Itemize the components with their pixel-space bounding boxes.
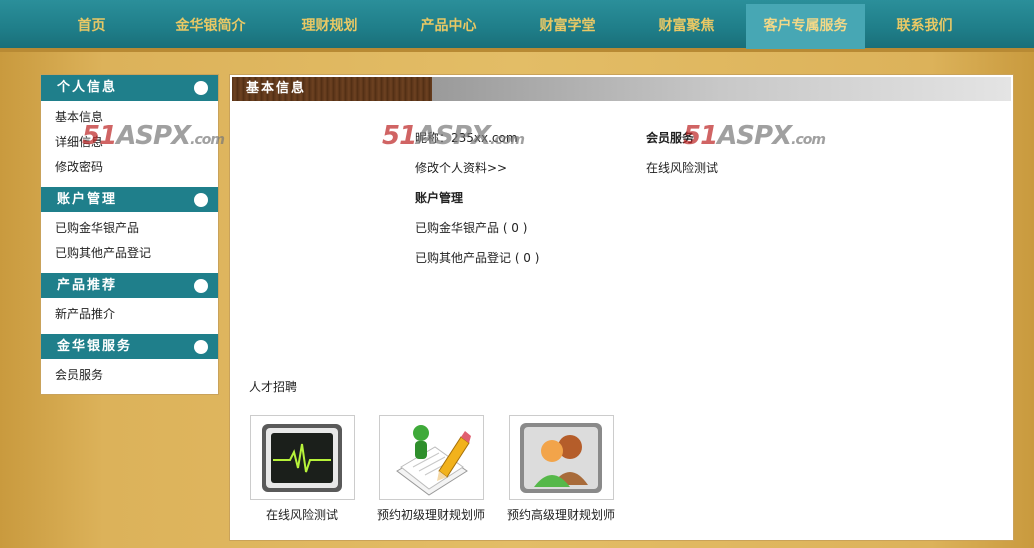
bought-other-link[interactable]: 已购其他产品登记 ( 0 ) (415, 243, 539, 273)
sidebar-item-new-products[interactable]: 新产品推介 (55, 302, 218, 327)
tile-junior-planner[interactable]: 预约初级理财规划师 (366, 415, 496, 523)
nav-item-contact[interactable]: 联系我们 (865, 4, 984, 49)
nav-item-home[interactable]: 首页 (32, 4, 151, 49)
sidebar-group-personal-info[interactable]: 个人信息 (41, 75, 218, 101)
nav-item-products[interactable]: 产品中心 (389, 4, 508, 49)
tile-caption[interactable]: 预约高级理财规划师 (496, 506, 626, 523)
sidebar-item-change-password[interactable]: 修改密码 (55, 155, 218, 180)
sidebar-group-service[interactable]: 金华银服务 (41, 333, 218, 359)
top-navigation: 首页 金华银简介 理财规划 产品中心 财富学堂 财富聚焦 客户专属服务 联系我们 (0, 0, 1034, 52)
heartbeat-monitor-icon (262, 423, 342, 492)
recruit-link[interactable]: 人才招聘 (249, 378, 297, 395)
sidebar-group-title: 个人信息 (57, 80, 118, 95)
tile-senior-planner[interactable]: 预约高级理财规划师 (496, 415, 626, 523)
nav-item-planning[interactable]: 理财规划 (270, 4, 389, 49)
sidebar-item-bought-jhy[interactable]: 已购金华银产品 (55, 216, 218, 241)
tile-frame[interactable] (508, 415, 614, 500)
panel-header: 基本信息 (230, 75, 1013, 103)
sidebar-group-account[interactable]: 账户管理 (41, 186, 218, 212)
risk-test-link[interactable]: 在线风险测试 (646, 153, 718, 183)
watermark-logo: 51ASPX.com (683, 121, 826, 151)
bought-jhy-link[interactable]: 已购金华银产品 ( 0 ) (415, 213, 539, 243)
pencil-document-icon (396, 424, 471, 496)
expand-circle-icon[interactable] (194, 279, 208, 293)
account-heading: 账户管理 (415, 191, 464, 205)
tile-caption[interactable]: 在线风险测试 (237, 506, 367, 523)
edit-profile-link[interactable]: 修改个人资料>> (415, 153, 539, 183)
nav-item-focus[interactable]: 财富聚焦 (627, 4, 746, 49)
sidebar-group-title: 账户管理 (57, 192, 118, 207)
expand-circle-icon[interactable] (194, 81, 208, 95)
users-icon (520, 422, 602, 493)
tile-risk-test[interactable]: 在线风险测试 (237, 415, 367, 523)
sidebar-group-title: 产品推荐 (57, 278, 118, 293)
tile-caption[interactable]: 预约初级理财规划师 (366, 506, 496, 523)
expand-circle-icon[interactable] (194, 193, 208, 207)
sidebar-item-member-service[interactable]: 会员服务 (55, 363, 218, 388)
sidebar-items: 会员服务 (41, 359, 218, 394)
watermark-logo: 51ASPX.com (82, 121, 225, 151)
panel-header-bar (432, 77, 1011, 101)
sidebar-group-title: 金华银服务 (57, 339, 133, 354)
nav-item-academy[interactable]: 财富学堂 (508, 4, 627, 49)
expand-circle-icon[interactable] (194, 340, 208, 354)
panel-title: 基本信息 (232, 77, 432, 101)
nav-list: 首页 金华银简介 理财规划 产品中心 财富学堂 财富聚焦 客户专属服务 联系我们 (32, 4, 984, 49)
watermark-logo: 51ASPX.com (382, 121, 525, 151)
nav-item-about[interactable]: 金华银简介 (151, 4, 270, 49)
sidebar-group-recommend[interactable]: 产品推荐 (41, 272, 218, 298)
nav-item-customer-service[interactable]: 客户专属服务 (746, 4, 865, 49)
sidebar-item-bought-other[interactable]: 已购其他产品登记 (55, 241, 218, 266)
tile-frame[interactable] (378, 415, 484, 500)
sidebar-items: 新产品推介 (41, 298, 218, 333)
tile-frame[interactable] (249, 415, 355, 500)
sidebar-items: 已购金华银产品 已购其他产品登记 (41, 212, 218, 272)
